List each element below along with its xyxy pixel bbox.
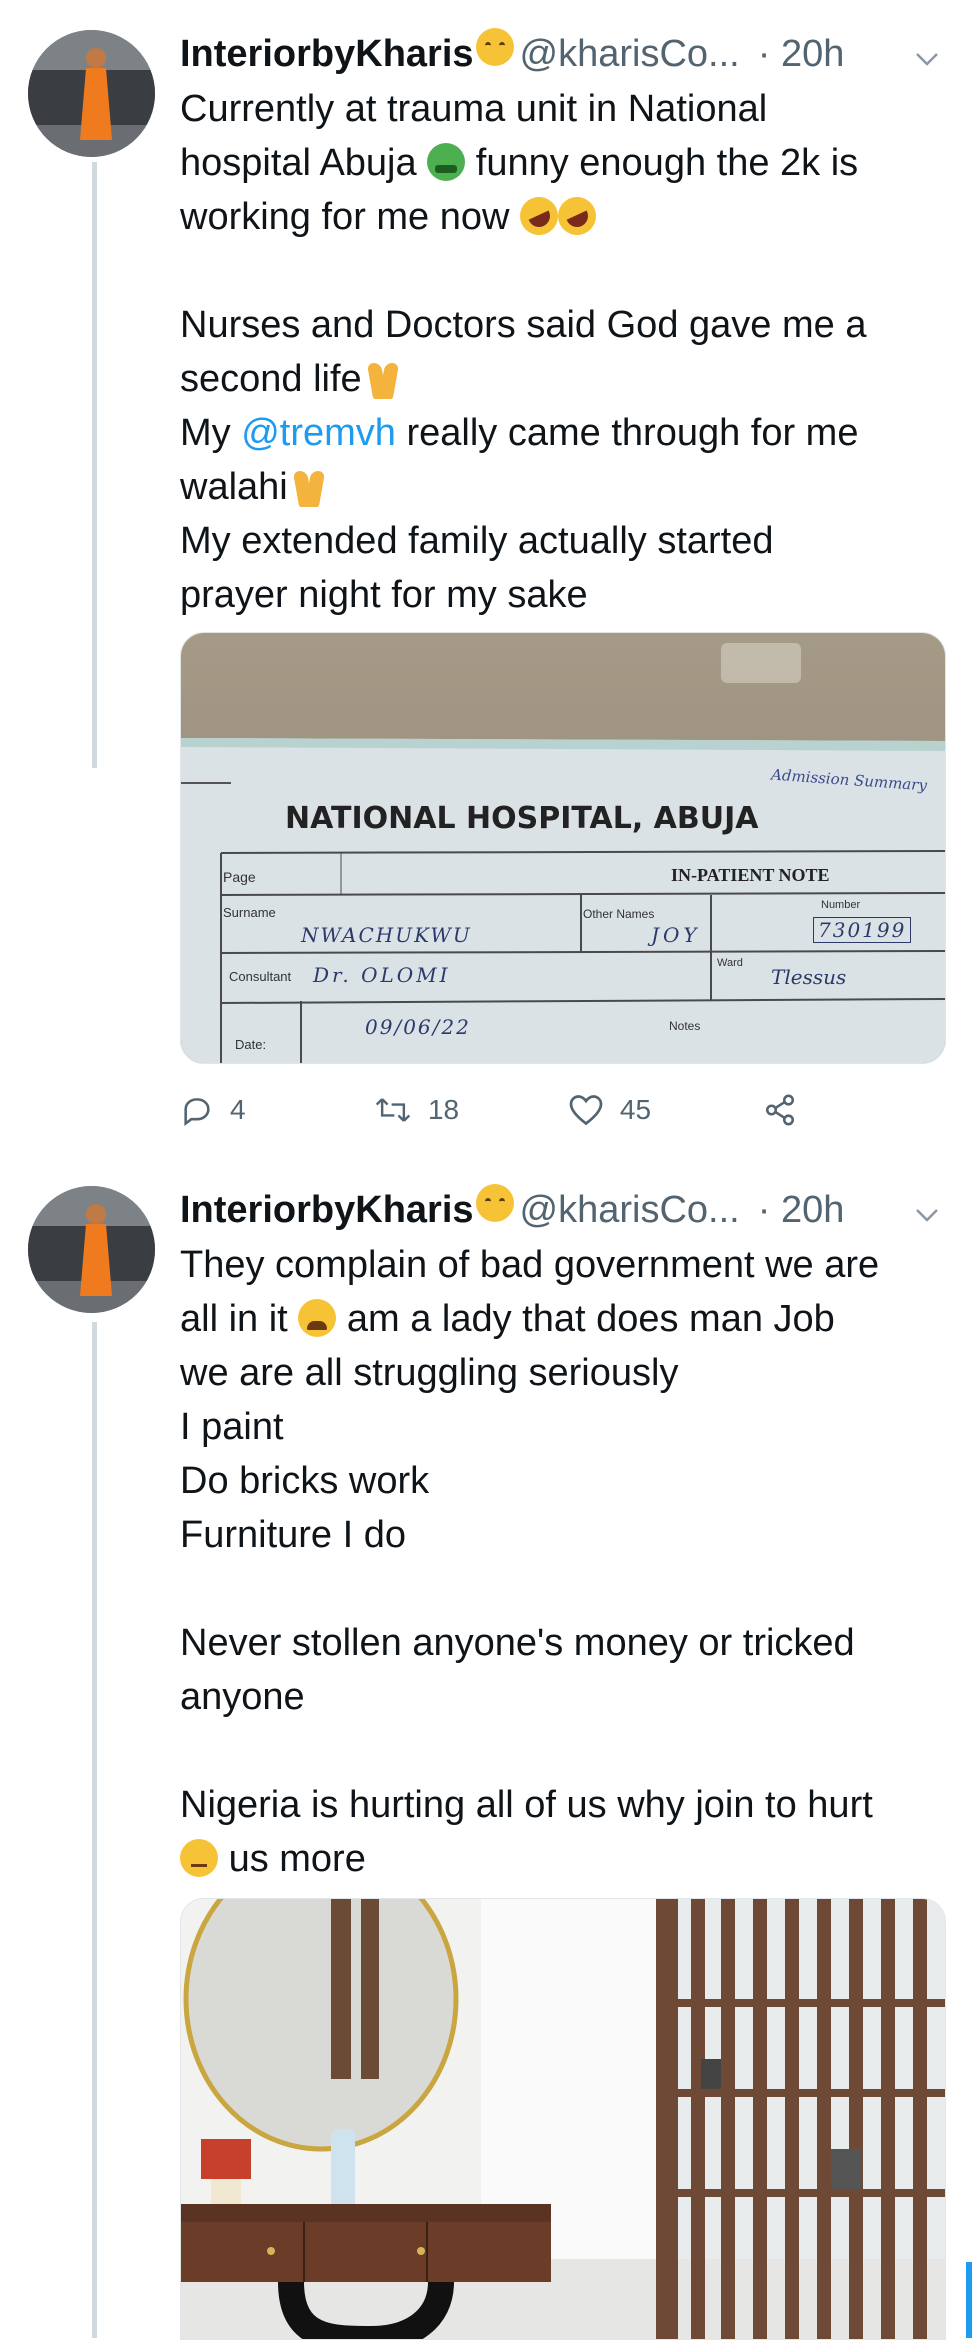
tweet-actions: 4 18 45 — [180, 1082, 820, 1138]
form-date-value: 09/06/22 — [365, 1015, 471, 1039]
tweet-header: InteriorbyKharis @kharisCo... · 20h — [180, 1182, 950, 1238]
tweet[interactable]: InteriorbyKharis @kharisCo... · 20h They… — [180, 1182, 950, 1886]
retweet-icon — [375, 1098, 411, 1122]
rofl-emoji-icon — [551, 190, 603, 242]
form-ward-label: Ward — [717, 957, 743, 969]
tweet-header: InteriorbyKharis @kharisCo... · 20h — [180, 26, 950, 82]
mention-link[interactable]: @tremvh — [241, 412, 396, 454]
retweet-button[interactable]: 18 — [374, 1093, 568, 1127]
form-notes-label: Notes — [669, 1019, 701, 1033]
tweet[interactable]: InteriorbyKharis @kharisCo... · 20h Curr… — [180, 26, 950, 622]
chevron-down-icon[interactable] — [904, 1195, 950, 1235]
display-name[interactable]: InteriorbyKharis — [180, 1182, 474, 1238]
form-surname-value: NWACHUKWU — [301, 923, 472, 947]
reply-button[interactable]: 4 — [180, 1093, 374, 1127]
display-name[interactable]: InteriorbyKharis — [180, 26, 474, 82]
form-page-label: Page — [223, 869, 256, 885]
user-handle[interactable]: @kharisCo... — [520, 1182, 740, 1238]
tweet-text: Currently at trauma unit in National hos… — [180, 88, 867, 616]
avatar[interactable] — [28, 1186, 155, 1313]
user-handle[interactable]: @kharisCo... — [520, 26, 740, 82]
interior-furniture-photo — [181, 1899, 945, 2339]
share-button[interactable] — [762, 1093, 820, 1127]
form-date-label: Date: — [235, 1037, 267, 1052]
thread-line — [92, 1322, 97, 2338]
hugging-face-icon — [475, 28, 514, 66]
retweet-count: 18 — [427, 1094, 460, 1125]
like-icon — [569, 1095, 603, 1126]
form-number-label: Number — [821, 899, 861, 911]
form-surname-label: Surname — [223, 905, 276, 920]
praying-hands-icon — [294, 467, 324, 507]
like-count: 45 — [619, 1094, 652, 1125]
scrollbar[interactable] — [966, 2262, 972, 2338]
timestamp[interactable]: · 20h — [758, 1182, 845, 1238]
unamused-face-icon — [180, 1839, 218, 1877]
share-icon — [765, 1094, 794, 1126]
form-consultant-label: Consultant — [229, 969, 292, 984]
form-number-value: 730199 — [813, 917, 912, 943]
tweet-media-image[interactable]: NATIONAL HOSPITAL, ABUJA Admission Summa… — [180, 632, 946, 1064]
reply-count: 4 — [230, 1094, 246, 1125]
tweet-media-image[interactable] — [180, 1898, 946, 2340]
like-button[interactable]: 45 — [568, 1093, 762, 1127]
form-consultant-value: Dr. OLOMI — [313, 963, 451, 987]
thread-line — [92, 162, 97, 768]
reply-icon — [184, 1098, 210, 1127]
form-other-names-value: JOY — [651, 923, 701, 947]
nauseated-face-icon — [427, 143, 466, 181]
hugging-face-icon — [475, 1184, 514, 1222]
avatar[interactable] — [28, 30, 155, 157]
tired-face-icon — [298, 1299, 337, 1337]
tweet-text: They complain of bad government we are a… — [180, 1244, 880, 1880]
timestamp[interactable]: · 20h — [758, 26, 845, 82]
form-inpatient-label: IN-PATIENT NOTE — [671, 865, 830, 885]
praying-hands-icon — [368, 359, 398, 399]
chevron-down-icon[interactable] — [904, 39, 950, 79]
form-title: NATIONAL HOSPITAL, ABUJA — [285, 801, 759, 836]
hospital-note-photo — [181, 633, 945, 1063]
form-other-names-label: Other Names — [583, 907, 655, 921]
form-ward-value: Tlessus — [771, 965, 847, 989]
